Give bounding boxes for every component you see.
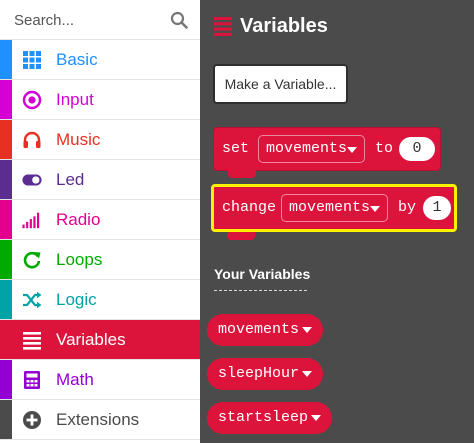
block-notch [228, 170, 256, 178]
category-label: Variables [56, 330, 126, 349]
variable-name: movements [218, 321, 300, 338]
category-logic[interactable]: Logic [0, 280, 200, 320]
calculator-icon [22, 370, 42, 390]
your-variables-heading: Your Variables [214, 266, 311, 282]
category-loops[interactable]: Loops [0, 240, 200, 280]
category-color-bar [0, 320, 12, 359]
variable-pill-startsleep[interactable]: startsleep [207, 402, 332, 434]
toolbox: Basic Input Music [0, 0, 200, 443]
category-input[interactable]: Input [0, 80, 200, 120]
variable-pill-sleephour[interactable]: sleepHour [207, 358, 323, 390]
category-label: Music [56, 130, 101, 149]
category-color-bar [0, 240, 12, 279]
change-value-field[interactable]: 1 [423, 196, 451, 220]
list-icon [214, 17, 232, 36]
caret-down-icon [370, 206, 380, 212]
set-keyword: set [222, 140, 250, 157]
set-variable-block[interactable]: set movements to 0 [213, 127, 441, 178]
variable-pill-movements[interactable]: movements [207, 314, 323, 346]
change-variable-dropdown[interactable]: movements [281, 194, 388, 222]
grid-icon [22, 50, 42, 70]
dropdown-value: movements [289, 199, 371, 216]
category-color-bar [0, 400, 12, 439]
category-music[interactable]: Music [0, 120, 200, 160]
caret-down-icon [302, 371, 312, 377]
caret-down-icon [311, 415, 321, 421]
change-variable-block[interactable]: change movements by 1 [211, 184, 457, 240]
to-keyword: to [375, 140, 394, 157]
category-label: Math [56, 370, 94, 389]
shuffle-icon [22, 290, 42, 310]
section-divider [214, 290, 307, 291]
target-icon [22, 90, 42, 110]
category-color-bar [0, 40, 12, 79]
category-color-bar [0, 80, 12, 119]
category-led[interactable]: Led [0, 160, 200, 200]
caret-down-icon [347, 147, 357, 153]
toggle-icon [22, 170, 42, 190]
block-notch [227, 232, 255, 240]
category-label: Logic [56, 290, 97, 309]
signal-bars-icon [22, 210, 42, 230]
category-label: Basic [56, 50, 98, 69]
category-list: Basic Input Music Led Radio Loops Logic … [0, 40, 200, 440]
category-label: Input [56, 90, 94, 109]
category-color-bar [0, 200, 12, 239]
category-radio[interactable]: Radio [0, 200, 200, 240]
refresh-icon [22, 250, 42, 270]
category-label: Loops [56, 250, 103, 269]
dropdown-value: movements [266, 140, 348, 157]
plus-circle-icon [22, 410, 42, 430]
caret-down-icon [302, 327, 312, 333]
change-keyword: change [222, 199, 277, 216]
by-keyword: by [398, 199, 417, 216]
set-value-field[interactable]: 0 [399, 137, 435, 161]
search-input[interactable] [14, 9, 164, 31]
category-label: Led [56, 170, 85, 189]
category-variables[interactable]: Variables [0, 320, 200, 360]
category-extensions[interactable]: Extensions [0, 400, 200, 440]
toolbox-search [0, 0, 200, 40]
category-color-bar [0, 160, 12, 199]
set-variable-dropdown[interactable]: movements [258, 135, 365, 163]
category-math[interactable]: Math [0, 360, 200, 400]
category-color-bar [0, 280, 12, 319]
category-color-bar [0, 120, 12, 159]
category-label: Extensions [56, 410, 140, 429]
variable-name: sleepHour [218, 365, 300, 382]
list-icon [22, 330, 42, 350]
category-label: Radio [56, 210, 101, 229]
category-basic[interactable]: Basic [0, 40, 200, 80]
variable-name: startsleep [218, 409, 309, 426]
flyout-title: Variables [240, 15, 328, 37]
make-variable-button[interactable]: Make a Variable... [213, 64, 348, 104]
headphones-icon [22, 130, 42, 150]
search-icon[interactable] [170, 11, 188, 29]
category-color-bar [0, 360, 12, 399]
variables-flyout: Variables Make a Variable... set movemen… [200, 0, 474, 443]
